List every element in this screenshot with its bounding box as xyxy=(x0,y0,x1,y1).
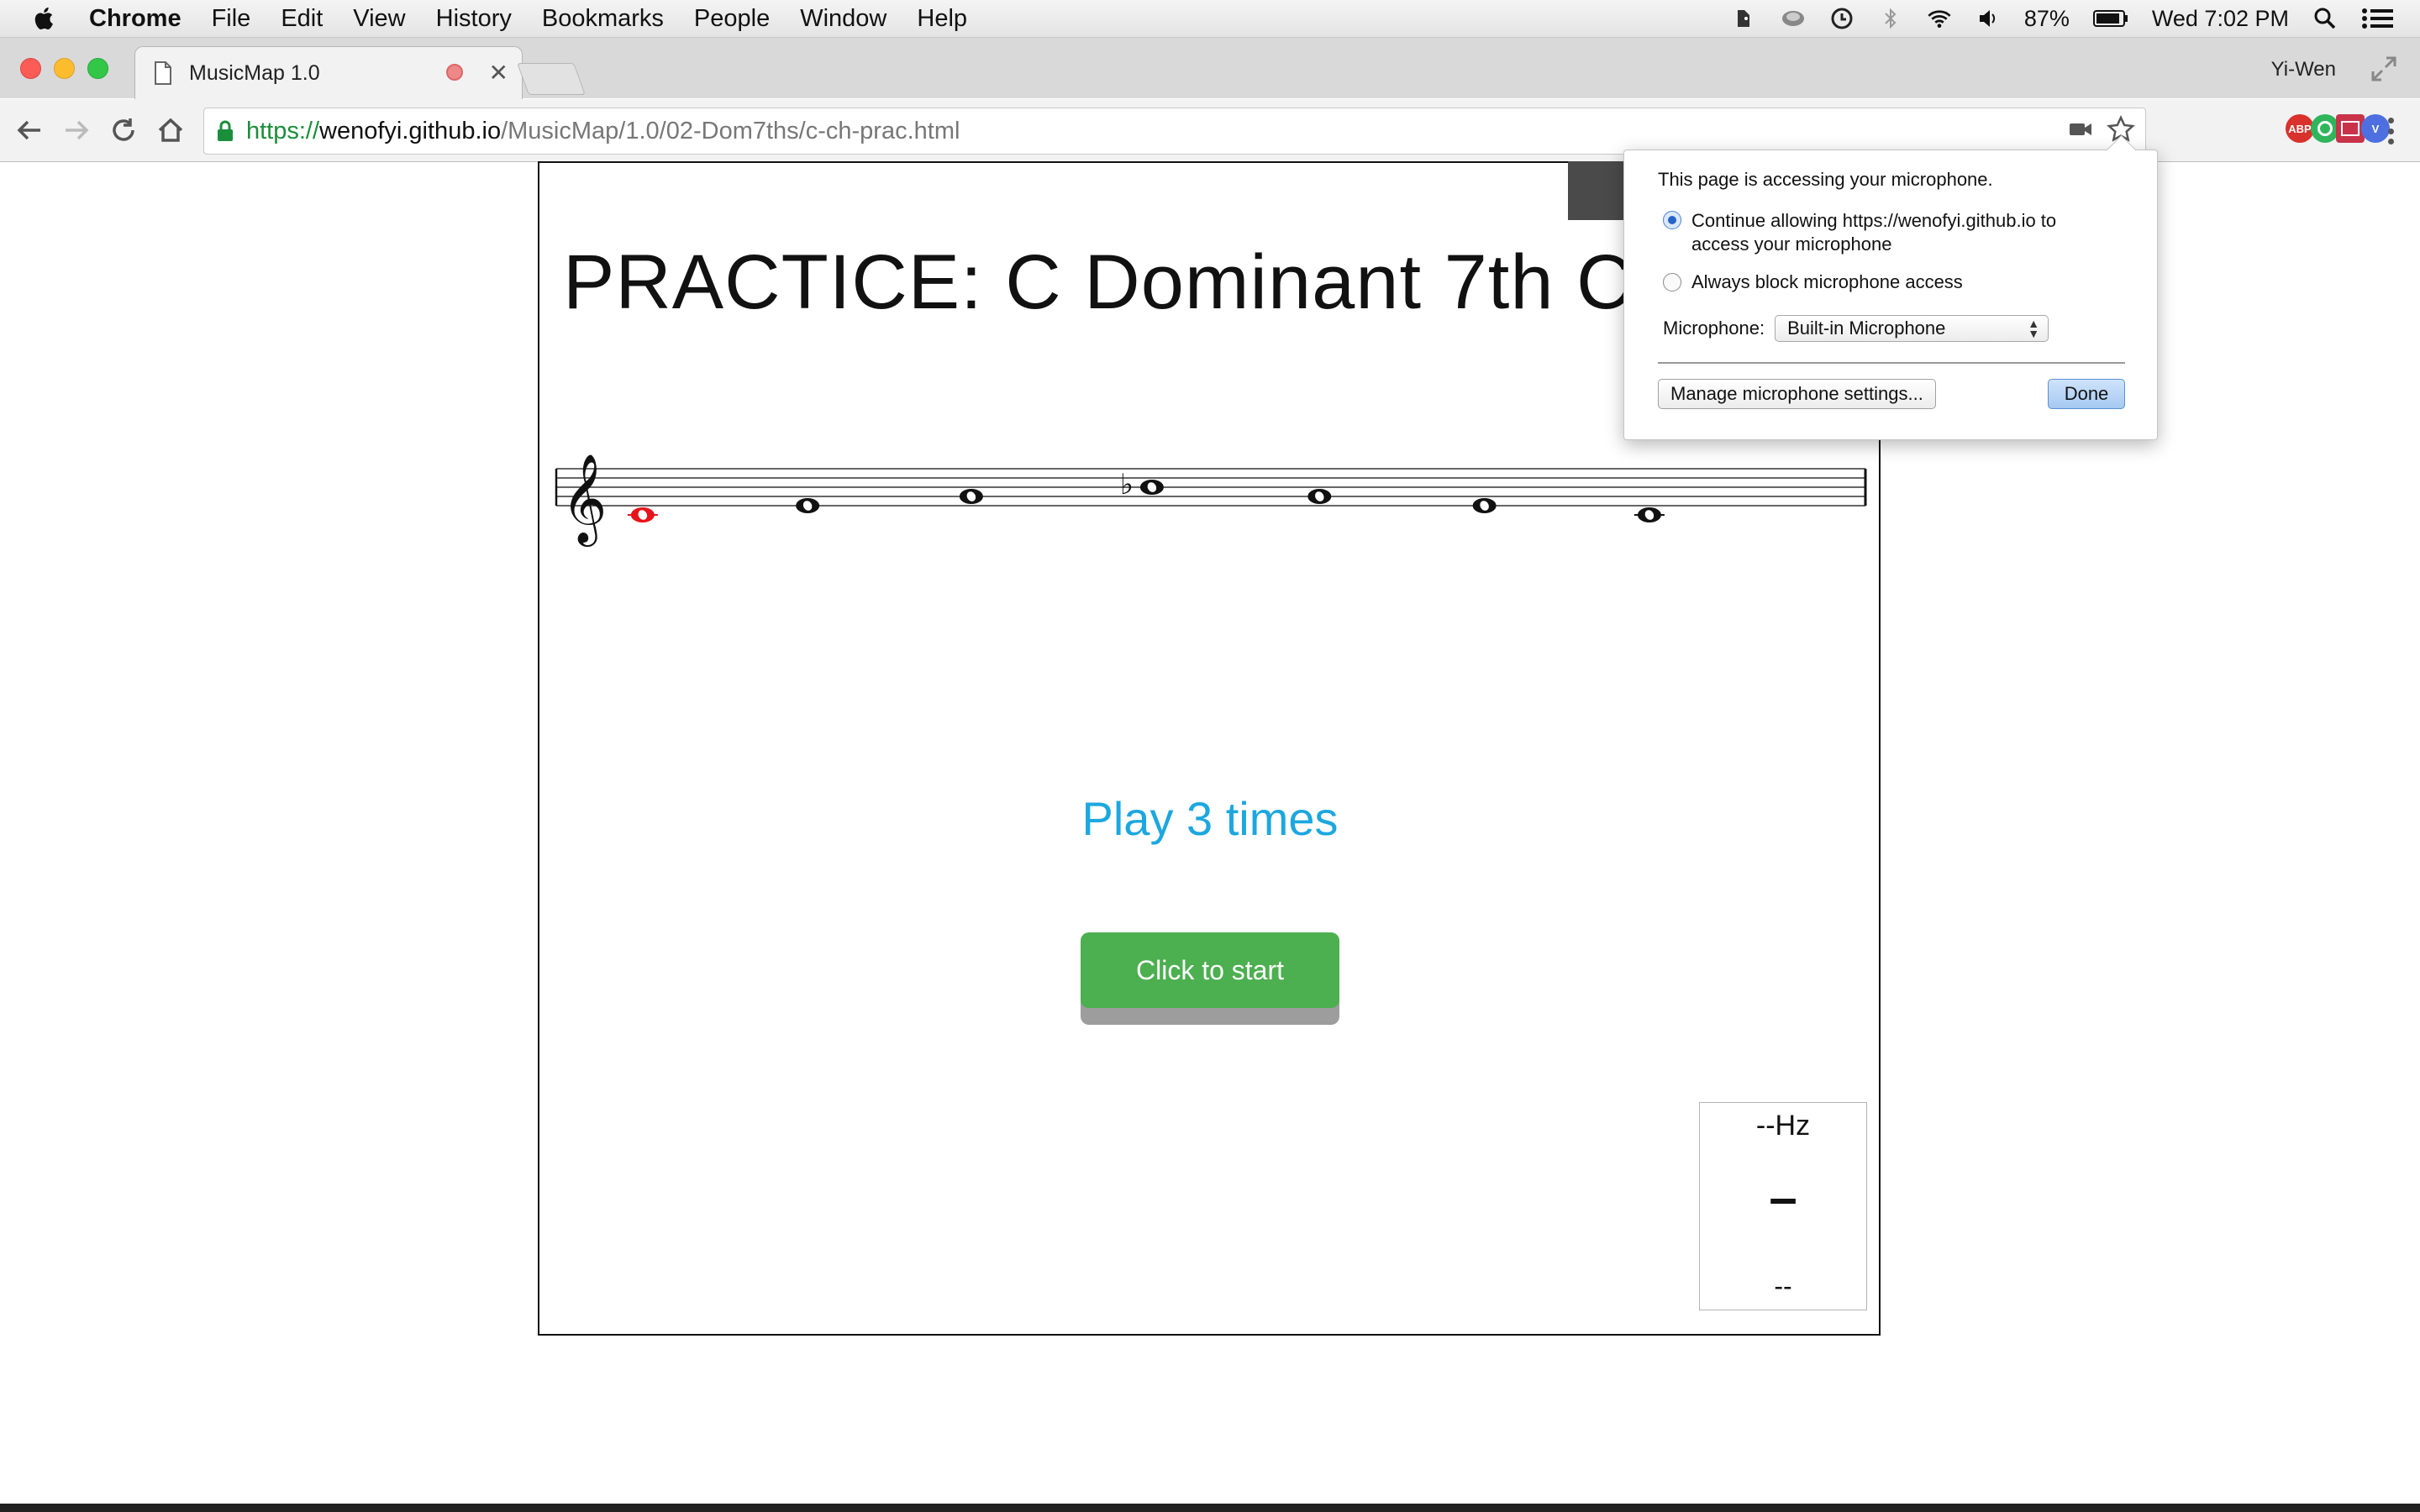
page-title: PRACTICE: C Dominant 7th Cho xyxy=(563,239,1721,325)
microphone-select[interactable]: Built-in Microphone ▲ ▼ xyxy=(1775,315,2049,342)
close-window-button[interactable] xyxy=(20,58,41,79)
tuner-panel: --Hz – -- xyxy=(1699,1102,1867,1310)
page-favicon-icon xyxy=(155,61,171,85)
reload-icon[interactable] xyxy=(108,114,139,146)
allow-option-label: Continue allowing https://wenofyi.github… xyxy=(1691,210,2057,231)
menu-help[interactable]: Help xyxy=(917,5,967,33)
forward-arrow-icon[interactable] xyxy=(60,114,92,146)
allow-option-label-2: access your microphone xyxy=(1691,234,1892,255)
green-extension-icon[interactable] xyxy=(2311,114,2339,143)
fullscreen-icon[interactable] xyxy=(2370,55,2398,83)
notification-center-icon[interactable] xyxy=(2361,6,2395,31)
tuner-cents: -- xyxy=(1774,1271,1792,1301)
play-instruction: Play 3 times xyxy=(1081,792,1339,845)
microphone-row: Microphone: Built-in Microphone ▲ ▼ xyxy=(1663,315,2049,342)
tab-title: MusicMap 1.0 xyxy=(189,60,320,85)
secure-lock-icon[interactable] xyxy=(216,120,234,142)
select-arrows-icon: ▲ ▼ xyxy=(2028,317,2040,340)
drive-status-icon[interactable] xyxy=(1781,6,1806,31)
menu-edit[interactable]: Edit xyxy=(281,5,323,33)
music-staff: 𝄞 ♭ xyxy=(555,453,1867,547)
tuner-frequency: --Hz xyxy=(1755,1110,1811,1142)
camera-mic-indicator-icon[interactable] xyxy=(2068,119,2093,139)
back-arrow-icon[interactable] xyxy=(13,114,45,146)
profile-name[interactable]: Yi-Wen xyxy=(2271,58,2336,81)
mac-menu-bar: Chrome File Edit View History Bookmarks … xyxy=(0,0,2420,38)
block-radio[interactable] xyxy=(1663,273,1681,291)
menubar-clock[interactable]: Wed 7:02 PM xyxy=(2152,6,2289,32)
block-option-label: Always block microphone access xyxy=(1691,271,1963,292)
address-bar[interactable]: https:// wenofyi.github.io /MusicMap/1.0… xyxy=(203,108,2146,155)
new-tab-button[interactable] xyxy=(517,63,586,95)
recording-indicator-icon xyxy=(446,64,463,81)
allow-option[interactable]: Continue allowing https://wenofyi.github… xyxy=(1663,209,2056,256)
tab-strip: MusicMap 1.0 ✕ Yi-Wen xyxy=(0,38,2420,99)
menu-app-chrome[interactable]: Chrome xyxy=(89,5,182,33)
minimize-window-button[interactable] xyxy=(54,58,75,79)
spotlight-search-icon[interactable] xyxy=(2312,6,2338,31)
popup-divider xyxy=(1658,362,2125,364)
tuner-note: – xyxy=(1769,1169,1797,1226)
microphone-permission-popup: This page is accessing your microphone. … xyxy=(1623,134,2158,440)
red-extension-icon[interactable] xyxy=(2336,114,2365,143)
battery-percent: 87% xyxy=(2023,5,2070,31)
menu-people[interactable]: People xyxy=(694,5,770,33)
battery-icon[interactable] xyxy=(2092,6,2128,31)
time-machine-icon[interactable] xyxy=(1829,6,1854,31)
bottom-edge xyxy=(0,1504,2420,1512)
done-button[interactable]: Done xyxy=(2048,379,2125,409)
microphone-select-value: Built-in Microphone xyxy=(1787,318,1946,339)
allow-radio[interactable] xyxy=(1663,211,1681,229)
wifi-icon[interactable] xyxy=(1927,6,1952,31)
bluetooth-icon[interactable] xyxy=(1878,6,1903,31)
menu-bookmarks[interactable]: Bookmarks xyxy=(542,5,664,33)
home-icon[interactable] xyxy=(155,114,187,146)
chrome-menu-icon[interactable] xyxy=(2386,118,2395,144)
url-path: /MusicMap/1.0/02-Dom7ths/c-ch-prac.html xyxy=(501,117,960,144)
manage-microphone-settings-button[interactable]: Manage microphone settings... xyxy=(1658,379,1936,409)
apple-icon[interactable] xyxy=(30,4,59,33)
start-button-label[interactable]: Click to start xyxy=(1081,932,1339,1008)
evernote-icon[interactable] xyxy=(1732,6,1757,31)
adblock-plus-icon[interactable]: ABP xyxy=(2286,114,2314,143)
menu-file[interactable]: File xyxy=(212,5,251,33)
block-option[interactable]: Always block microphone access xyxy=(1663,271,1963,293)
menu-history[interactable]: History xyxy=(436,5,512,33)
url-scheme: https:// xyxy=(246,117,320,144)
blue-extension-icon[interactable]: V xyxy=(2361,114,2390,143)
treble-clef-icon: 𝄞 xyxy=(561,453,607,547)
menu-window[interactable]: Window xyxy=(800,5,886,33)
microphone-label: Microphone: xyxy=(1663,318,1765,339)
zoom-window-button[interactable] xyxy=(87,58,108,79)
tab-close-icon[interactable]: ✕ xyxy=(489,59,508,87)
menu-view[interactable]: View xyxy=(353,5,405,33)
menubar-status-area: 87% Wed 7:02 PM xyxy=(1732,0,2395,37)
popup-message: This page is accessing your microphone. xyxy=(1658,169,1993,190)
start-button[interactable]: Click to start xyxy=(1081,932,1339,1025)
flat-sign: ♭ xyxy=(1120,468,1134,501)
volume-icon[interactable] xyxy=(1975,6,2001,31)
browser-tab-musicmap[interactable]: MusicMap 1.0 ✕ xyxy=(134,46,523,99)
url-host: wenofyi.github.io xyxy=(319,117,502,144)
